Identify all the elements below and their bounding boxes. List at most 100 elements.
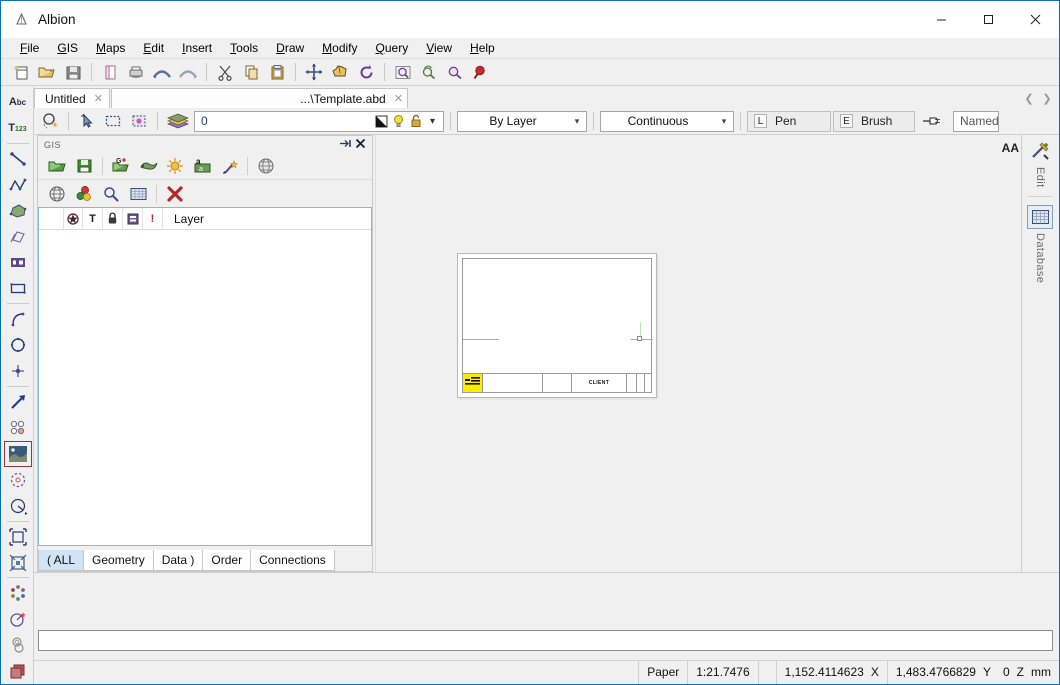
- gis-panel-close-icon[interactable]: [353, 138, 368, 152]
- parallelogram-icon[interactable]: [4, 224, 32, 250]
- fit-window-icon[interactable]: [4, 524, 32, 550]
- redo-icon[interactable]: [176, 61, 200, 83]
- page-setup-icon[interactable]: [98, 61, 122, 83]
- gis-tab-order[interactable]: Order: [202, 550, 252, 571]
- scale-icon[interactable]: [4, 550, 32, 576]
- tab-next-icon[interactable]: ❯: [1039, 90, 1055, 107]
- status-scale[interactable]: 1:21.7476: [687, 660, 757, 684]
- table-column-icon[interactable]: [123, 208, 143, 229]
- zoom-previous-icon[interactable]: [417, 61, 441, 83]
- menu-help[interactable]: Help: [461, 39, 504, 57]
- tab-close-icon[interactable]: ✕: [394, 92, 403, 105]
- gis-tab-connections[interactable]: Connections: [250, 550, 335, 571]
- layer-stack-icon[interactable]: [164, 110, 192, 132]
- pointer-hand-icon[interactable]: [917, 110, 951, 132]
- polygon-fill-icon[interactable]: [4, 198, 32, 224]
- arc-icon[interactable]: [4, 306, 32, 332]
- rotate-icon[interactable]: [354, 61, 378, 83]
- gis-style-wizard-icon[interactable]: [216, 154, 242, 178]
- line-icon[interactable]: [4, 146, 32, 172]
- gis-tab-geometry[interactable]: Geometry: [83, 550, 154, 571]
- move-icon[interactable]: [302, 61, 326, 83]
- command-input[interactable]: [38, 630, 1053, 651]
- menu-tools[interactable]: Tools: [221, 39, 267, 57]
- menu-file[interactable]: File: [11, 39, 48, 57]
- layer-color-icon[interactable]: [373, 113, 390, 130]
- pen-button[interactable]: L Pen: [747, 110, 831, 132]
- topology-icon[interactable]: [4, 632, 32, 658]
- drawing-canvas[interactable]: CLIENT: [375, 135, 1023, 572]
- tab-template[interactable]: ...\Template.abd ✕: [110, 88, 408, 108]
- chevron-down-icon[interactable]: ▾: [568, 116, 586, 127]
- text-column-icon[interactable]: T: [83, 208, 103, 229]
- zoom-extents-icon[interactable]: [443, 61, 467, 83]
- pick-arrow-icon[interactable]: [75, 110, 99, 132]
- tab-prev-icon[interactable]: ❮: [1021, 90, 1037, 107]
- edit-tools-icon[interactable]: [1027, 139, 1053, 163]
- layer-dropdown-icon[interactable]: ▾: [424, 113, 441, 130]
- maximize-button[interactable]: [965, 1, 1012, 38]
- menu-query[interactable]: Query: [367, 39, 418, 57]
- right-dock-edit[interactable]: Edit: [1027, 139, 1053, 188]
- layer-visible-bulb-icon[interactable]: [390, 113, 407, 130]
- brush-button[interactable]: E Brush: [833, 110, 915, 132]
- text-style-icon[interactable]: T123: [4, 115, 32, 141]
- menu-modify[interactable]: Modify: [313, 39, 366, 57]
- pin-icon[interactable]: [338, 138, 353, 152]
- text-abc-icon[interactable]: Abc: [4, 89, 32, 115]
- new-file-icon[interactable]: [9, 61, 33, 83]
- close-button[interactable]: [1012, 1, 1059, 38]
- menu-maps[interactable]: Maps: [87, 39, 134, 57]
- select-object-icon[interactable]: [38, 110, 62, 132]
- open-folder-icon[interactable]: [35, 61, 59, 83]
- gis-tab-data[interactable]: Data ): [152, 550, 204, 571]
- gis-globe-icon[interactable]: [253, 154, 279, 178]
- rectangle-pattern-icon[interactable]: [4, 249, 32, 275]
- save-icon[interactable]: [61, 61, 85, 83]
- color-combo[interactable]: By Layer ▾: [457, 110, 587, 132]
- zoom-in-icon[interactable]: [469, 61, 493, 83]
- gis-web-globe-icon[interactable]: [44, 182, 70, 206]
- print-icon[interactable]: [124, 61, 148, 83]
- layer-lock-icon[interactable]: [407, 113, 424, 130]
- thematic-icon[interactable]: [4, 580, 32, 606]
- gis-save-icon[interactable]: [71, 154, 97, 178]
- current-layer-box[interactable]: 0 ▾: [194, 110, 444, 132]
- menu-view[interactable]: View: [417, 39, 461, 57]
- gis-label-annotate-icon[interactable]: aa: [189, 154, 215, 178]
- gis-open-folder-icon[interactable]: [44, 154, 70, 178]
- named-view-box[interactable]: Named: [953, 110, 999, 132]
- menu-edit[interactable]: Edit: [134, 39, 173, 57]
- gis-table-icon[interactable]: [125, 182, 151, 206]
- command-text-field[interactable]: [39, 631, 1052, 650]
- copy-icon[interactable]: [239, 61, 263, 83]
- tab-close-icon[interactable]: ✕: [94, 92, 103, 105]
- menu-insert[interactable]: Insert: [173, 39, 221, 57]
- selection-dashed-icon[interactable]: [4, 467, 32, 493]
- pan-hand-icon[interactable]: [328, 61, 352, 83]
- gis-symbology-icon[interactable]: [71, 182, 97, 206]
- right-dock-database[interactable]: Database: [1027, 204, 1053, 283]
- database-table-icon[interactable]: [1027, 204, 1053, 229]
- rectangle-icon[interactable]: [4, 275, 32, 301]
- gis-find-icon[interactable]: [98, 182, 124, 206]
- gis-thematic-sun-icon[interactable]: [162, 154, 188, 178]
- arrow-up-right-icon[interactable]: [4, 389, 32, 415]
- gis-geometry-icon[interactable]: [135, 154, 161, 178]
- cut-scissors-icon[interactable]: [213, 61, 237, 83]
- layers-stack-icon[interactable]: [4, 658, 32, 684]
- gis-tab-all[interactable]: ( ALL: [38, 550, 85, 571]
- minimize-button[interactable]: [918, 1, 965, 38]
- symbols-icon[interactable]: [4, 415, 32, 441]
- lock-column-icon[interactable]: [103, 208, 123, 229]
- paper-sheet[interactable]: CLIENT: [457, 253, 657, 398]
- tab-untitled[interactable]: Untitled ✕: [34, 88, 110, 108]
- gis-layer-list[interactable]: T ! Layer: [38, 207, 372, 546]
- point-icon[interactable]: [4, 358, 32, 384]
- text-size-icon[interactable]: AA: [1002, 141, 1019, 155]
- zoom-window-icon[interactable]: [391, 61, 415, 83]
- select-all-icon[interactable]: [127, 110, 151, 132]
- visibility-column-icon[interactable]: [63, 208, 83, 229]
- title-stamp-icon[interactable]: [463, 374, 483, 392]
- undo-icon[interactable]: [150, 61, 174, 83]
